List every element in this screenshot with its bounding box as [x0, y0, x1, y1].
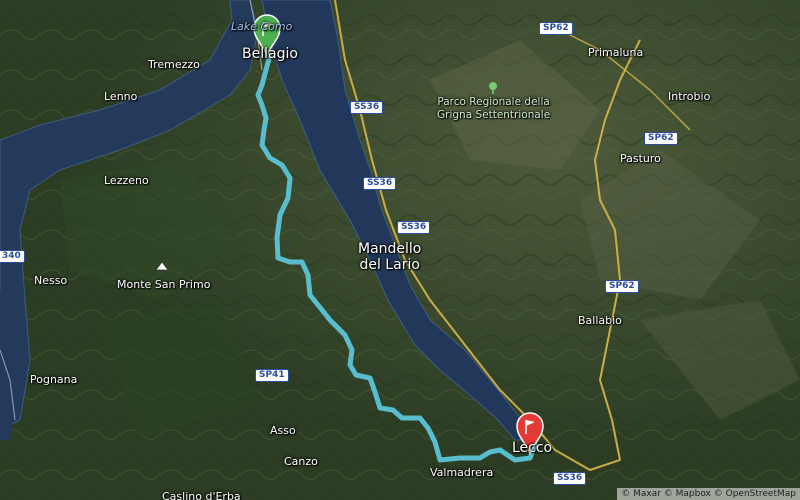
road-shield-ss36: SS36: [553, 472, 587, 485]
place-nesso: Nesso: [34, 274, 68, 287]
place-mandello: Mandello del Lario: [358, 241, 422, 273]
map-canvas[interactable]: Lake Como Bellagio Tremezzo Lenno Lezzen…: [0, 0, 800, 500]
road-shield-sp62: SP62: [644, 132, 678, 145]
road-shield-ss36: SS36: [397, 221, 431, 234]
place-lenno: Lenno: [104, 90, 138, 103]
park-label: Parco Regionale della Grigna Settentrion…: [437, 96, 551, 121]
place-lezzeno: Lezzeno: [104, 174, 149, 187]
road-shield-edge: 340: [0, 250, 25, 263]
road-shield-sp41: SP41: [255, 369, 289, 382]
place-asso: Asso: [270, 424, 296, 437]
place-pasturo: Pasturo: [620, 152, 661, 165]
place-tremezzo: Tremezzo: [148, 58, 200, 71]
place-valmadrera: Valmadrera: [430, 466, 494, 479]
place-primaluna: Primaluna: [588, 46, 644, 59]
park-icon: [489, 82, 497, 90]
place-bellagio: Bellagio: [242, 46, 298, 62]
place-ballabio: Ballabio: [578, 314, 622, 327]
place-lecco: Lecco: [512, 440, 553, 456]
road-shield-ss36: SS36: [350, 101, 384, 114]
map-attribution[interactable]: © Maxar © Mapbox © OpenStreetMap: [617, 488, 800, 500]
place-introbio: Introbio: [668, 90, 711, 103]
road-shield-ss36: SS36: [363, 177, 397, 190]
place-caslino: Caslino d'Erba: [162, 490, 241, 500]
road-shield-sp62: SP62: [539, 22, 573, 35]
lake-label: Lake Como: [231, 20, 293, 33]
place-monte-san-primo: Monte San Primo: [117, 278, 211, 291]
place-canzo: Canzo: [284, 455, 318, 468]
road-shield-sp62: SP62: [605, 280, 639, 293]
place-pognana: Pognana: [30, 373, 78, 386]
